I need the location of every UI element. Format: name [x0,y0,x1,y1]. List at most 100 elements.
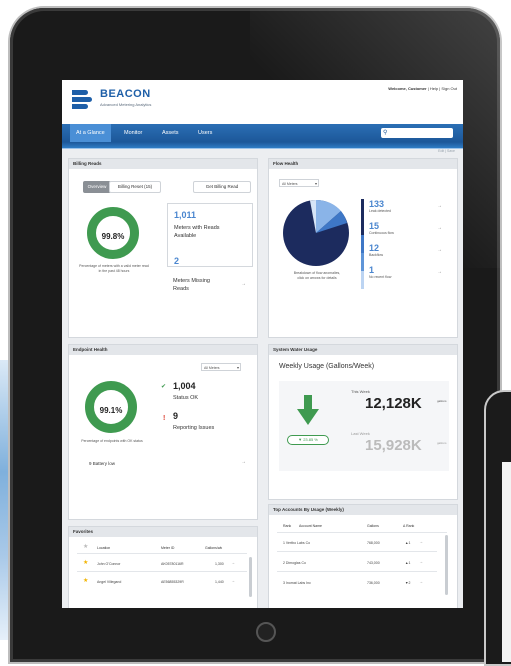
arrow-right-icon[interactable]: → [437,269,442,275]
dashboard-screen: BEACON Advanced Metering Analytics Welco… [62,80,463,608]
fav-gallons: 1,300 [215,562,224,566]
sign-out-link[interactable]: Sign Out [441,86,457,91]
flow-pie-chart [283,199,349,266]
search-icon: ⚲ [383,130,388,136]
col-gallons[interactable]: Gallons/wk [205,546,222,550]
usage-heading: Weekly Usage (Gallons/Week) [279,363,375,370]
meters-count: 1,011 [174,210,197,220]
flow-meter-select[interactable]: All Meters ▾ [279,179,319,187]
billing-reads-panel: Billing Reads Overview Billing Reset (15… [68,158,258,338]
check-icon: ✔ [161,384,167,390]
brand-name: BEACON [100,88,151,100]
get-billing-read-button[interactable]: Get Billing Read [193,181,251,193]
select-value: All Meters [204,366,220,370]
welcome-bar: Welcome, Customer | Help | Sign Out [388,86,457,91]
panel-title: Endpoint Health [69,345,257,355]
water-usage-panel: System Water Usage Weekly Usage (Gallons… [268,344,458,500]
meters-available-card[interactable]: 1,011 Meters with Reads Available 2 [167,203,253,267]
star-icon[interactable]: ★ [83,577,88,584]
this-week-label: This Week [351,389,370,394]
tab-overview[interactable]: Overview [83,181,111,193]
account-delta: ▼2 [405,581,411,585]
account-delta: ▲1 [405,541,411,545]
col-meter-id[interactable]: Meter ID [161,546,174,550]
divider [77,571,247,572]
arrow-right-icon[interactable]: → [419,539,423,544]
scrollbar[interactable] [445,535,448,595]
arrow-down-icon [297,395,319,425]
arrow-right-icon[interactable]: → [241,281,246,287]
endpoint-meter-select[interactable]: All Meters ▾ [201,363,241,371]
divider [277,571,437,572]
home-button [256,622,276,642]
account-name[interactable]: 2 Dimoglas Co [283,561,306,565]
select-value: All Meters [282,182,298,186]
arrow-right-icon[interactable]: → [437,225,442,231]
endpoint-caption: Percentage of endpoints with OK status [81,439,143,443]
account-gallons: 768,000 [367,541,380,545]
flow-legend-bar [361,199,364,289]
account-name[interactable]: 1 Vertbo Labs Co [283,541,310,545]
last-week-value: 15,928K [365,437,422,454]
arrow-right-icon[interactable]: → [241,459,246,465]
endpoint-health-panel: Endpoint Health All Meters ▾ 99.1% Perce… [68,344,258,520]
col-location[interactable]: Location [97,546,110,550]
billing-donut-chart: 99.8% [87,207,139,259]
this-week-value: 12,128K [365,395,422,412]
flow-item-continuous[interactable]: 15 Continuous flow [369,221,394,235]
fav-location[interactable]: Angel Villegand [97,580,121,584]
panel-title: Favorites [69,527,257,537]
endpoint-percent: 99.1% [99,406,123,415]
tab-assets[interactable]: Assets [156,124,185,142]
fav-location[interactable]: John O'Connor [97,562,120,566]
missing-label: Meters Missing Reads [173,278,210,292]
tab-monitor[interactable]: Monitor [118,124,148,142]
account-gallons: 736,000 [367,581,380,585]
flow-item-backflow[interactable]: 12 Backflow [369,243,383,257]
arrow-right-icon[interactable]: → [437,203,442,209]
star-icon[interactable]: ★ [83,559,88,566]
warning-icon: ! [163,415,166,422]
edit-controls[interactable]: Edit | Save [438,149,455,153]
col-delta-rank[interactable]: Δ Rank [403,524,414,528]
this-week-units: gallons [437,399,447,403]
arrow-right-icon[interactable]: → [231,560,235,565]
panel-title: Billing Reads [69,159,257,169]
billing-percent: 99.8% [101,232,125,241]
chevron-down-icon: ▾ [314,181,317,186]
col-account-name[interactable]: Account Name [299,524,322,528]
arrow-right-icon[interactable]: → [231,578,235,583]
help-link[interactable]: Help [430,86,438,91]
billing-caption: Percentage of meters with a valid meter … [79,264,149,273]
tab-users[interactable]: Users [192,124,218,142]
top-accounts-panel: Top Accounts By Usage (Weekly) Rank Acco… [268,504,458,608]
app-header: BEACON Advanced Metering Analytics Welco… [62,80,463,124]
battery-low-link[interactable]: 9 Battery low [89,461,115,466]
arrow-right-icon[interactable]: → [437,247,442,253]
account-name[interactable]: 3 Inomat Labs Inc [283,581,311,585]
arrow-right-icon[interactable]: → [419,559,423,564]
tab-billing-reset[interactable]: Billing Reset (15) [109,181,161,193]
status-ok-count: 1,004 [173,381,196,391]
tab-at-a-glance[interactable]: At a Glance [70,124,111,142]
scrollbar[interactable] [249,557,252,597]
chevron-down-icon: ▾ [236,365,239,370]
account-delta: ▲1 [405,561,411,565]
panel-title: System Water Usage [269,345,457,355]
welcome-text: Welcome, Customer [388,86,427,91]
header-wave [62,142,463,149]
arrow-right-icon[interactable]: → [419,579,423,584]
flow-item-leak[interactable]: 133 Leak detected [369,199,391,213]
fav-gallons: 1,440 [215,580,224,584]
missing-count: 2 [174,256,180,266]
fav-meter-id: AE56855329R [161,580,184,584]
col-rank[interactable]: Rank [283,524,291,528]
col-gallons[interactable]: Gallons [367,524,379,528]
last-week-units: gallons [437,441,447,445]
search-input[interactable]: ⚲ [381,128,453,138]
flow-health-panel: Flow Health All Meters ▾ Breakdown of fl… [268,158,458,338]
beacon-logo-icon [72,88,92,112]
divider [77,553,247,554]
issues-count: 9 [173,411,179,421]
flow-item-no-recent[interactable]: 1 No recent flow [369,265,391,279]
